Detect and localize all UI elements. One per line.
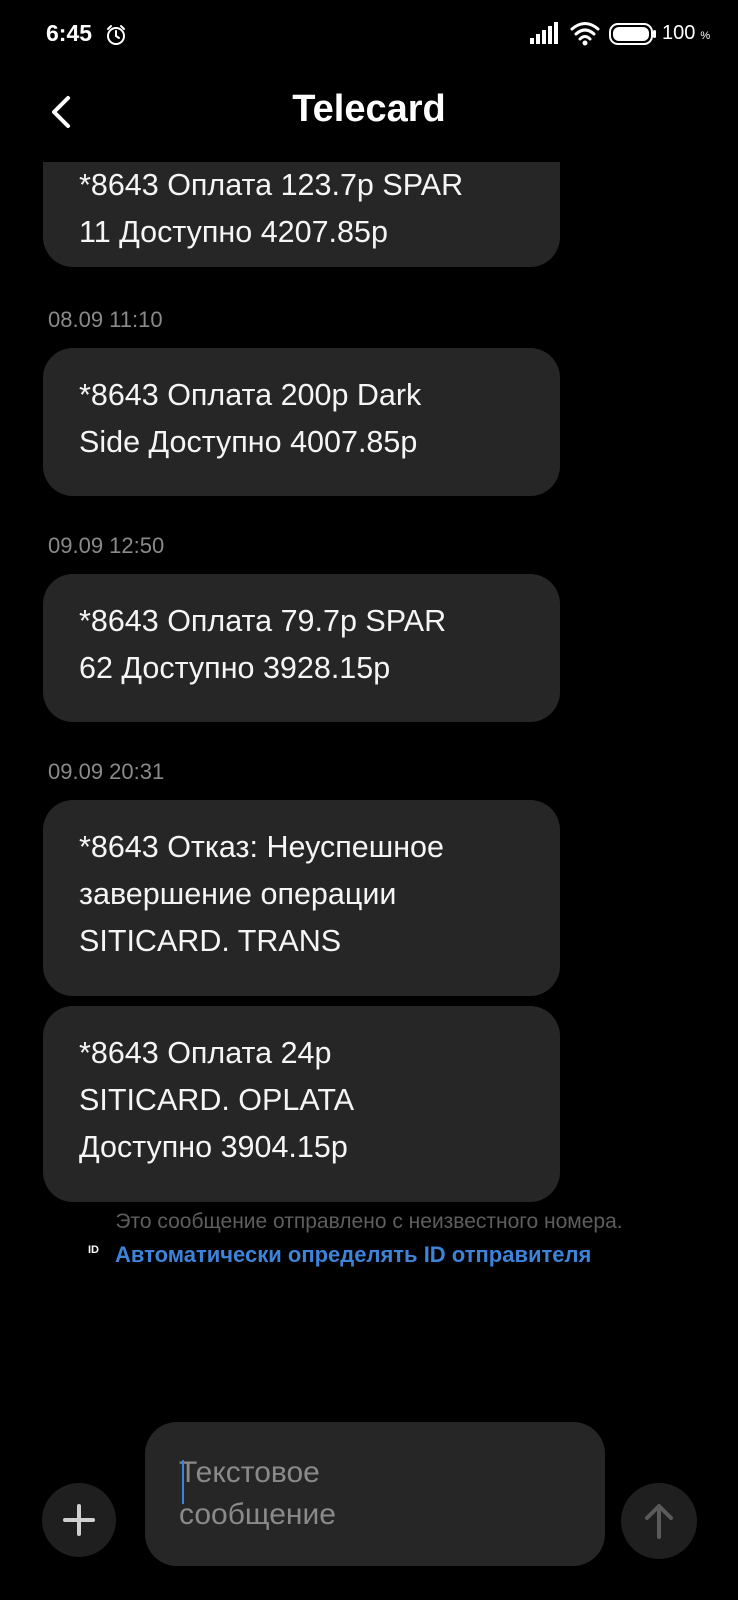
- status-bar: 6:45 100%: [0, 0, 738, 70]
- message-bubble[interactable]: *8643 Оплата 79.7р SPAR 62 Доступно 3928…: [43, 574, 560, 722]
- signal-icon: [530, 22, 560, 44]
- auto-id-row[interactable]: ID Автоматически определять ID отправите…: [88, 1242, 591, 1268]
- unknown-sender-notice: Это сообщение отправлено с неизвестного …: [115, 1210, 623, 1233]
- message-input-placeholder: Текстовое сообщение: [179, 1456, 336, 1531]
- conversation-header: Telecard: [0, 70, 738, 162]
- add-attachment-button[interactable]: [42, 1483, 116, 1557]
- conversation-title: Telecard: [292, 88, 446, 130]
- send-arrow-icon: [645, 1504, 673, 1539]
- message-bubble[interactable]: *8643 Отказ: Неуспешное завершение опера…: [43, 800, 560, 996]
- alarm-icon: [105, 24, 127, 46]
- message-bubble[interactable]: *8643 Оплата 24р SITICARD. OPLATA Доступ…: [43, 1006, 560, 1202]
- plus-icon: [63, 1504, 95, 1536]
- message-input[interactable]: Текстовое сообщение: [145, 1422, 605, 1566]
- message-bubble[interactable]: *8643 Оплата 200р Dark Side Доступно 400…: [43, 348, 560, 496]
- battery-icon: [609, 23, 657, 45]
- message-list[interactable]: *8643 Оплата 123.7р SPAR 11 Доступно 420…: [0, 162, 738, 1600]
- message-timestamp: 09.09 12:50: [48, 533, 165, 558]
- auto-detect-sender-id-link[interactable]: Автоматически определять ID отправителя: [115, 1242, 591, 1268]
- wifi-icon: [570, 20, 600, 46]
- status-time: 6:45: [46, 20, 93, 46]
- message-timestamp: 08.09 11:10: [48, 307, 163, 332]
- text-cursor: [182, 1460, 184, 1504]
- message-timestamp: 09.09 20:31: [48, 759, 165, 784]
- message-bubble[interactable]: *8643 Оплата 123.7р SPAR 11 Доступно 420…: [43, 162, 560, 267]
- send-button[interactable]: [621, 1483, 697, 1559]
- battery-level: 100%: [662, 22, 711, 44]
- id-icon: ID: [88, 1244, 99, 1256]
